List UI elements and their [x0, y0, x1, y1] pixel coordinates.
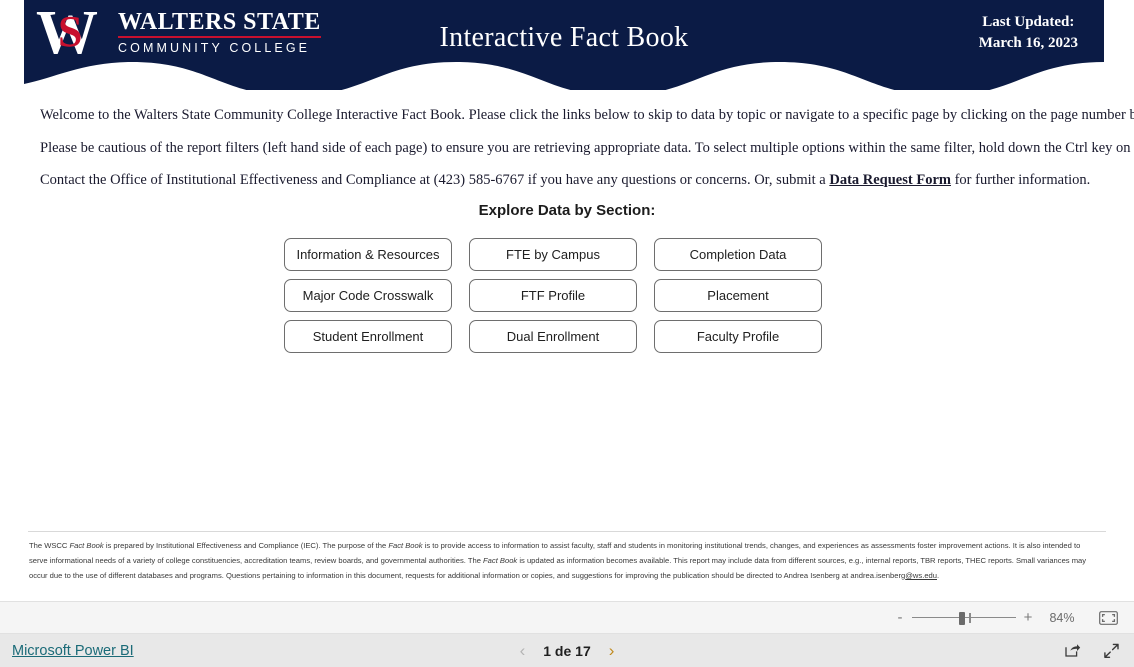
last-updated: Last Updated: March 16, 2023 — [979, 12, 1078, 54]
zoom-slider-thumb[interactable] — [959, 611, 965, 625]
last-updated-label: Last Updated: — [982, 14, 1075, 30]
footer-disclaimer: The WSCC Fact Book is prepared by Instit… — [29, 538, 1087, 583]
zoom-out-button[interactable]: - — [892, 609, 908, 626]
section-button-information-resources[interactable]: Information & Resources — [284, 238, 452, 271]
fit-to-page-icon[interactable] — [1096, 609, 1120, 627]
contact-text-before: Contact the Office of Institutional Effe… — [40, 172, 830, 188]
fullscreen-glyph — [1104, 643, 1119, 658]
fullscreen-icon[interactable] — [1103, 643, 1120, 659]
zoom-level-label: 84% — [1049, 610, 1075, 625]
contact-email-link[interactable]: @ws.edu — [905, 571, 937, 580]
report-viewer: W S WALTERS STATE COMMUNITY COLLEGE Inte… — [0, 0, 1134, 667]
page-header-banner: W S WALTERS STATE COMMUNITY COLLEGE Inte… — [24, 0, 1104, 90]
banner-content: W S WALTERS STATE COMMUNITY COLLEGE Inte… — [24, 0, 1104, 68]
status-bar-actions — [1064, 643, 1120, 659]
section-button-ftf-profile[interactable]: FTF Profile — [469, 279, 637, 312]
report-canvas: W S WALTERS STATE COMMUNITY COLLEGE Inte… — [0, 0, 1134, 601]
disclaimer-seg-2: is prepared by Institutional Effectivene… — [103, 541, 389, 550]
section-button-completion-data[interactable]: Completion Data — [654, 238, 822, 271]
section-button-major-code-crosswalk[interactable]: Major Code Crosswalk — [284, 279, 452, 312]
zoom-toolbar: - + 84% — [0, 601, 1134, 634]
zoom-in-button[interactable]: + — [1020, 609, 1036, 626]
section-button-placement[interactable]: Placement — [654, 279, 822, 312]
previous-page-icon[interactable]: ‹ — [520, 641, 526, 661]
section-button-faculty-profile[interactable]: Faculty Profile — [654, 320, 822, 353]
footer-divider — [28, 531, 1106, 532]
share-glyph — [1065, 644, 1081, 657]
last-updated-date: March 16, 2023 — [978, 35, 1078, 51]
section-button-fte-by-campus[interactable]: FTE by Campus — [469, 238, 637, 271]
disclaimer-italic-3: Fact Book — [483, 556, 518, 565]
section-button-student-enrollment[interactable]: Student Enrollment — [284, 320, 452, 353]
fit-to-page-glyph — [1098, 610, 1118, 625]
disclaimer-seg-5: . — [937, 571, 940, 580]
disclaimer-italic-1: Fact Book — [69, 541, 104, 550]
contact-text-after: for further information. — [950, 172, 1091, 188]
section-button-dual-enrollment[interactable]: Dual Enrollment — [469, 320, 637, 353]
section-button-grid: Information & Resources FTE by Campus Co… — [284, 238, 822, 353]
disclaimer-seg-1: The WSCC — [29, 541, 70, 550]
zoom-slider-tick — [969, 612, 971, 623]
zoom-slider[interactable] — [912, 611, 1016, 625]
intro-paragraph-3: Contact the Office of Institutional Effe… — [40, 172, 1090, 189]
intro-paragraph-1: Welcome to the Walters State Community C… — [40, 107, 1134, 123]
status-bar: Microsoft Power BI ‹ 1 de 17 › — [0, 634, 1134, 667]
data-request-form-link[interactable]: Data Request Form — [829, 172, 951, 188]
page-navigation: ‹ 1 de 17 › — [0, 641, 1134, 661]
disclaimer-italic-2: Fact Book — [388, 541, 423, 550]
intro-paragraph-2: Please be cautious of the report filters… — [40, 140, 1134, 156]
page-indicator: 1 de 17 — [543, 642, 591, 659]
share-icon[interactable] — [1064, 643, 1081, 658]
explore-section-title: Explore Data by Section: — [478, 202, 656, 219]
next-page-icon[interactable]: › — [609, 641, 615, 661]
page-title: Interactive Fact Book — [439, 22, 689, 53]
